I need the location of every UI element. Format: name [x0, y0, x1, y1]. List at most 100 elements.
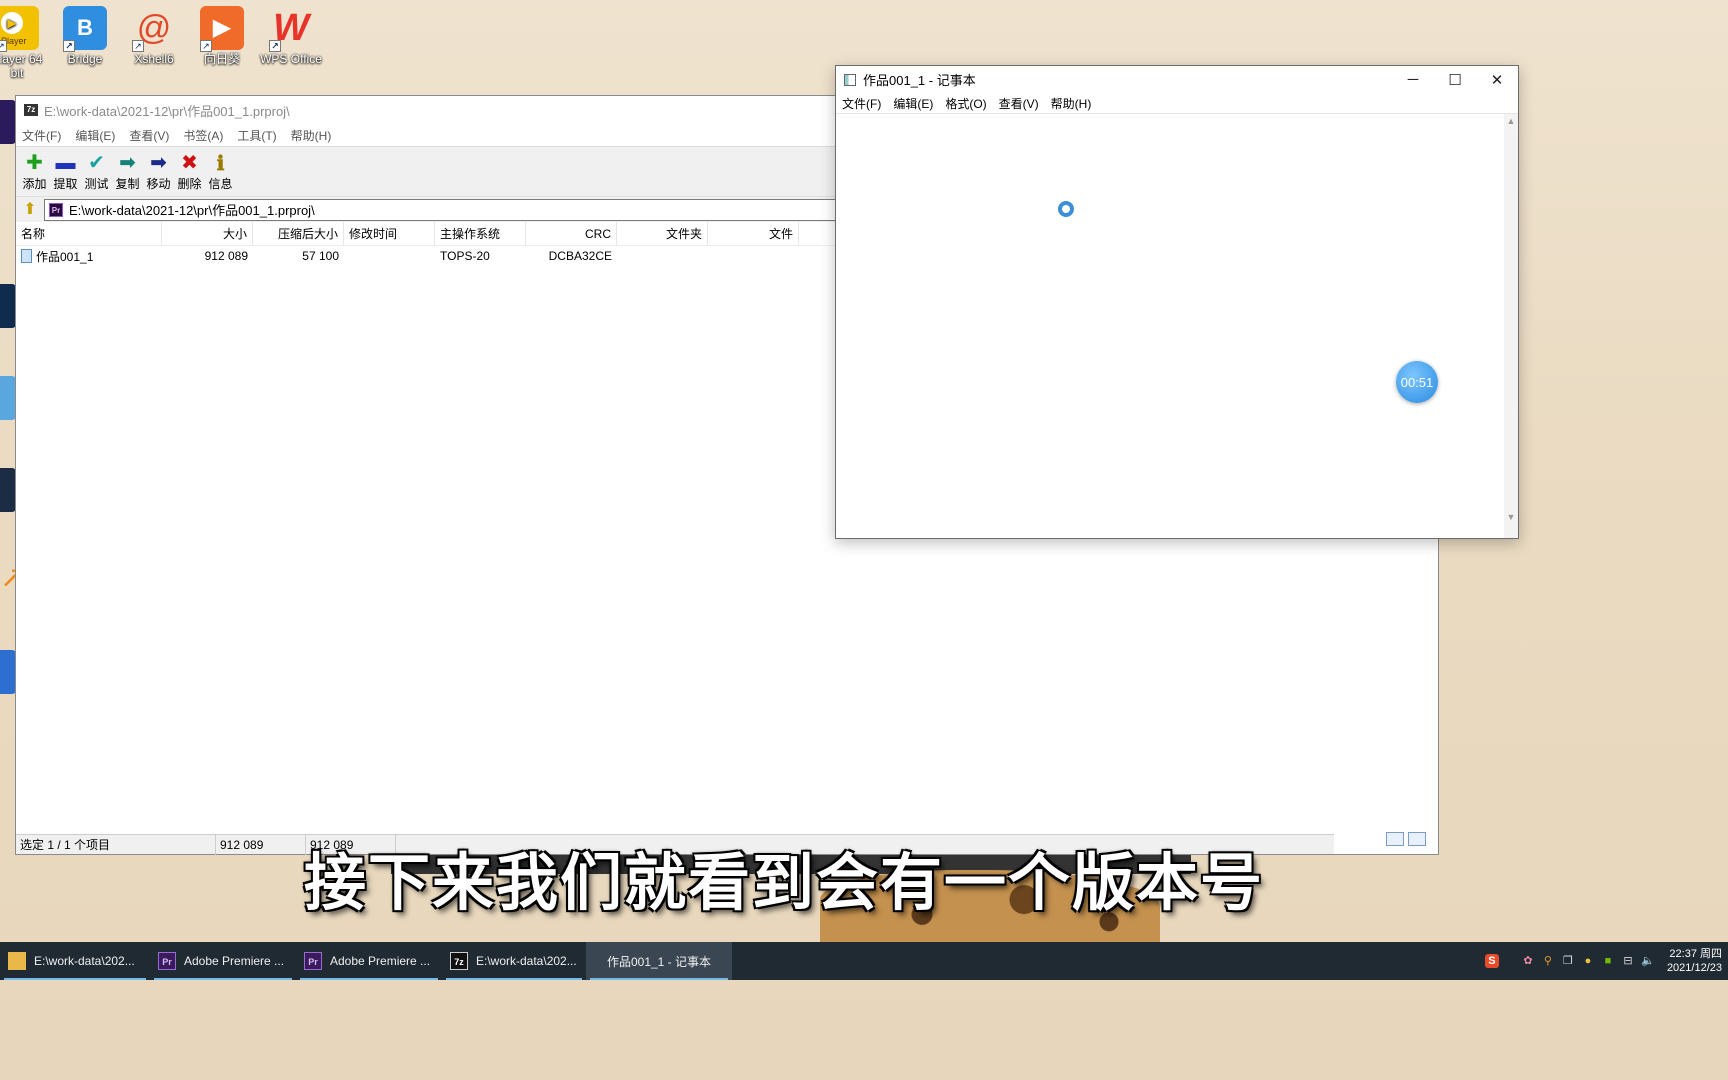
- scroll-up-icon[interactable]: ▲: [1504, 114, 1518, 128]
- maximize-button[interactable]: ☐: [1434, 66, 1476, 93]
- cell-packed-size: 57 100: [302, 249, 339, 263]
- taskbar-item-premiere-2[interactable]: Pr Adobe Premiere ...: [296, 942, 442, 980]
- menu-bookmarks[interactable]: 书签(A): [183, 127, 223, 144]
- np-menu-file[interactable]: 文件(F): [842, 95, 881, 112]
- menu-edit[interactable]: 编辑(E): [75, 127, 115, 144]
- col-modified[interactable]: 修改时间: [344, 221, 435, 246]
- move-button[interactable]: ➡ 移动: [143, 151, 174, 192]
- check-icon: ✔: [88, 152, 105, 174]
- test-button[interactable]: ✔ 测试: [81, 151, 112, 192]
- minimize-button[interactable]: ─: [1392, 66, 1434, 93]
- address-text: E:\work-data\2021-12\pr\作品001_1.prproj\: [69, 203, 315, 218]
- col-name[interactable]: 名称: [16, 221, 162, 246]
- sunlogin-icon: ▶ ↗: [200, 6, 244, 52]
- copy-label: 复制: [115, 177, 140, 191]
- np-menu-edit[interactable]: 编辑(E): [893, 95, 933, 112]
- np-menu-format[interactable]: 格式(O): [945, 95, 986, 112]
- clock[interactable]: 22:37 周四 2021/12/23: [1667, 947, 1722, 975]
- file-name: 作品001_1: [36, 249, 94, 264]
- menu-file[interactable]: 文件(F): [22, 127, 61, 144]
- taskbar-item-explorer[interactable]: E:\work-data\202...: [0, 942, 150, 980]
- delete-button[interactable]: ✖ 删除: [174, 151, 205, 192]
- scroll-down-icon[interactable]: ▼: [1504, 510, 1518, 524]
- desktop-icon-xshell[interactable]: @ ↗ Xshell6: [119, 6, 189, 66]
- sogou-ime-icon[interactable]: S: [1484, 954, 1499, 968]
- plus-icon: ✚: [26, 152, 43, 174]
- wps-icon: W ↗: [269, 6, 313, 52]
- window-controls: ─ ☐ ✕: [1392, 66, 1518, 93]
- folder-icon: [8, 952, 26, 970]
- desktop-icon-partial[interactable]: [0, 284, 16, 328]
- nvidia-icon[interactable]: ■: [1601, 954, 1615, 968]
- busy-cursor-icon: [1058, 201, 1074, 217]
- close-button[interactable]: ✕: [1476, 66, 1518, 93]
- xshell-icon: @ ↗: [132, 6, 176, 52]
- taskbar-label: 作品001_1 - 记事本: [606, 954, 712, 969]
- np-menu-view[interactable]: 查看(V): [999, 95, 1039, 112]
- sevenzip-title: E:\work-data\2021-12\pr\作品001_1.prproj\: [44, 103, 290, 119]
- notepad-text-area[interactable]: ▲ ▼: [836, 113, 1518, 538]
- search-icon[interactable]: ⚲: [1541, 954, 1555, 968]
- menu-help[interactable]: 帮助(H): [291, 127, 332, 144]
- cell-size: 912 089: [204, 249, 248, 263]
- copy-arrow-icon: ➡: [119, 152, 136, 174]
- taskbar-item-premiere-1[interactable]: Pr Adobe Premiere ...: [150, 942, 296, 980]
- desktop-icon-label: WPS Office: [260, 52, 322, 66]
- desktop-icon-player[interactable]: ▶ Player ↗ Player 64 bit: [0, 6, 52, 80]
- menu-tools[interactable]: 工具(T): [237, 127, 276, 144]
- col-crc[interactable]: CRC: [526, 221, 617, 246]
- flower-icon[interactable]: ✿: [1521, 954, 1535, 968]
- add-label: 添加: [22, 177, 47, 191]
- desktop-icon-partial[interactable]: [0, 376, 16, 420]
- player-icon: ▶ Player ↗: [0, 6, 39, 52]
- clock-time: 22:37 周四: [1669, 948, 1722, 960]
- taskbar-label: E:\work-data\202...: [476, 954, 577, 968]
- taskbar-label: Adobe Premiere ...: [184, 954, 285, 968]
- desktop-icon-sunlogin[interactable]: ▶ ↗ 向日葵: [187, 6, 257, 66]
- app-tray-icon[interactable]: ●: [1581, 954, 1595, 968]
- desktop-icon-label: 向日葵: [203, 52, 240, 66]
- desktop-icon-label-line2: bit: [10, 66, 24, 80]
- desktop-icon-wps[interactable]: W ↗ WPS Office: [256, 6, 326, 66]
- col-folders[interactable]: 文件夹: [617, 221, 708, 246]
- notepad-menubar: 文件(F) 编辑(E) 格式(O) 查看(V) 帮助(H): [836, 93, 1518, 113]
- col-size[interactable]: 大小: [162, 221, 253, 246]
- add-button[interactable]: ✚ 添加: [19, 151, 50, 192]
- desktop-icon-partial[interactable]: [0, 100, 16, 144]
- taskbar-label: E:\work-data\202...: [34, 954, 135, 968]
- sevenzip-app-icon: 7z: [24, 104, 38, 116]
- taskbar-item-notepad[interactable]: 作品001_1 - 记事本: [586, 942, 732, 980]
- desktop-icon-bridge[interactable]: B ↗ Bridge: [50, 6, 120, 66]
- desktop-icon-partial[interactable]: [0, 468, 16, 512]
- desktop-icon-label: Bridge: [67, 52, 103, 66]
- vertical-scrollbar[interactable]: ▲ ▼: [1504, 114, 1518, 538]
- 7zip-icon: 7z: [450, 952, 468, 970]
- desktop-icon-partial[interactable]: [0, 650, 16, 694]
- clock-date: 2021/12/23: [1666, 962, 1722, 974]
- extract-button[interactable]: ▬ 提取: [50, 151, 81, 192]
- notepad-window[interactable]: 作品001_1 - 记事本 ─ ☐ ✕ 文件(F) 编辑(E) 格式(O) 查看…: [835, 65, 1519, 539]
- test-label: 测试: [84, 177, 109, 191]
- col-packed-size[interactable]: 压缩后大小: [253, 221, 344, 246]
- col-files[interactable]: 文件: [708, 221, 799, 246]
- col-host-os[interactable]: 主操作系统: [435, 221, 526, 246]
- info-button[interactable]: ℹ 信息: [205, 151, 236, 192]
- folder-up-icon[interactable]: ⬆: [20, 200, 40, 220]
- taskbar-label: Adobe Premiere ...: [330, 954, 431, 968]
- premiere-icon: Pr: [158, 952, 176, 970]
- recording-timer[interactable]: 00:51: [1396, 361, 1438, 403]
- volume-icon[interactable]: 🔈: [1641, 954, 1655, 968]
- network-icon[interactable]: ⊟: [1621, 954, 1635, 968]
- notepad-icon: [844, 73, 856, 86]
- copy-button[interactable]: ➡ 复制: [112, 151, 143, 192]
- window-icon[interactable]: ❐: [1561, 954, 1575, 968]
- taskbar-item-7zip[interactable]: 7z E:\work-data\202...: [442, 942, 586, 980]
- desktop-icon-label: Player 64: [0, 52, 43, 66]
- menu-view[interactable]: 查看(V): [129, 127, 169, 144]
- info-label: 信息: [208, 177, 233, 191]
- np-menu-help[interactable]: 帮助(H): [1051, 95, 1092, 112]
- desktop-icon-partial[interactable]: ↗: [0, 560, 25, 604]
- cell-host-os: TOPS-20: [440, 249, 490, 263]
- premiere-file-icon: Pr: [49, 202, 63, 217]
- move-arrow-icon: ➡: [150, 152, 167, 174]
